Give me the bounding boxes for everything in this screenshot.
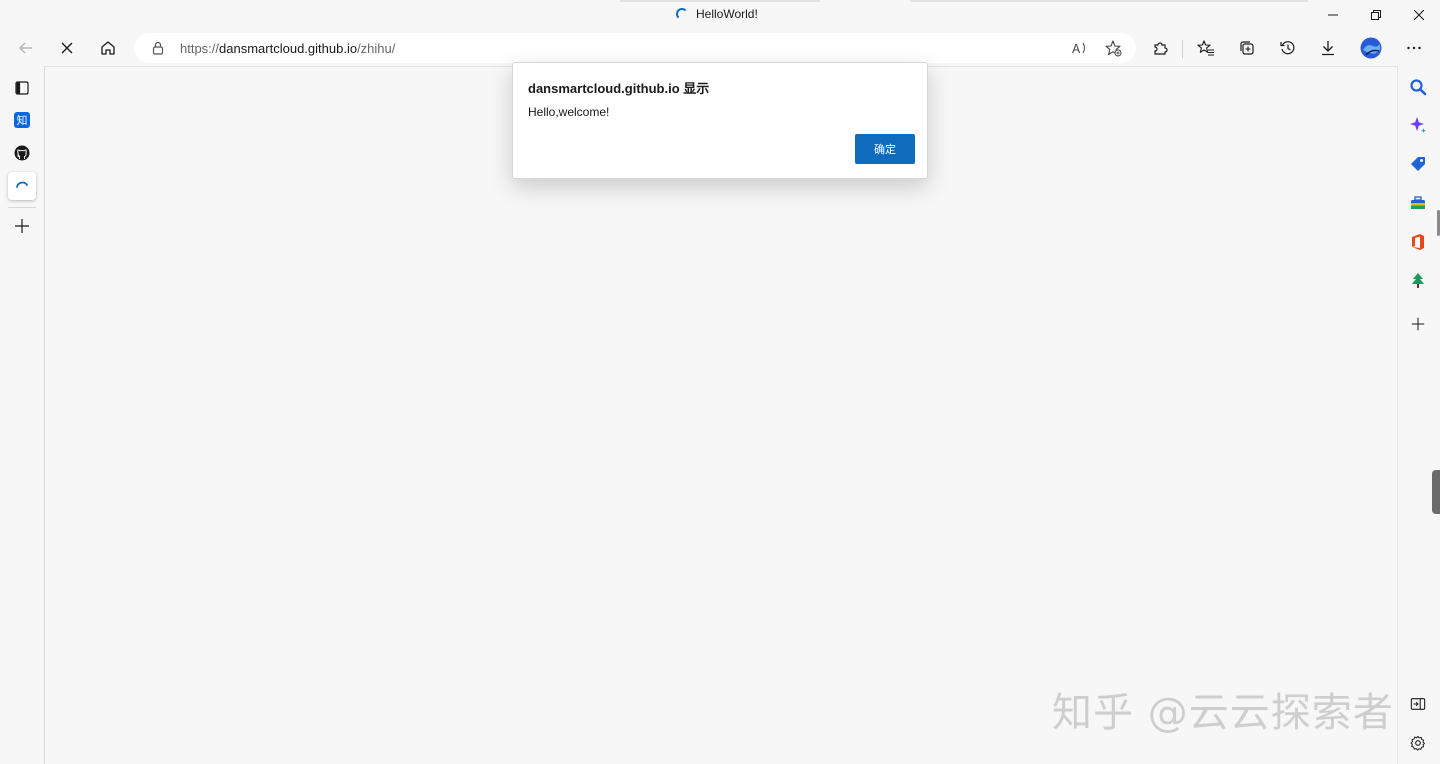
read-aloud-icon[interactable]: A	[1071, 39, 1089, 57]
tab-indicator	[620, 0, 820, 2]
back-button[interactable]	[12, 34, 40, 62]
tab-divider	[8, 207, 36, 208]
restore-button[interactable]	[1354, 0, 1398, 30]
minimize-button[interactable]	[1311, 0, 1355, 30]
profile-button[interactable]	[1357, 34, 1385, 62]
tab-github[interactable]	[8, 139, 36, 167]
alert-dialog: dansmartcloud.github.io 显示 Hello,welcome…	[512, 62, 928, 179]
tab-actions-icon	[15, 81, 29, 95]
settings-icon	[1410, 735, 1425, 751]
games-icon	[1412, 273, 1424, 288]
tab-helloworld-active[interactable]	[8, 172, 36, 200]
content-border	[1397, 66, 1398, 764]
home-button[interactable]	[94, 34, 122, 62]
sidebar-games-button[interactable]	[1406, 269, 1430, 293]
url-text[interactable]: https://dansmartcloud.github.io/zhihu/	[180, 41, 395, 56]
sidebar-copilot-button[interactable]	[1406, 113, 1430, 137]
sidebar-add-button[interactable]	[1406, 312, 1430, 336]
scrollbar-handle[interactable]	[1432, 470, 1440, 514]
url-host: dansmartcloud.github.io	[219, 41, 358, 56]
restore-icon	[1371, 10, 1381, 20]
hide-sidebar-icon	[1410, 698, 1426, 710]
stop-icon	[61, 42, 73, 54]
home-icon	[101, 41, 115, 55]
zhihu-icon: 知	[14, 112, 30, 128]
minimize-icon	[1328, 14, 1338, 16]
toolbar-divider	[1182, 40, 1183, 58]
github-icon	[14, 145, 30, 161]
url-scheme: https://	[180, 41, 220, 56]
hide-sidebar-button[interactable]	[1406, 692, 1430, 716]
window-title-text: HelloWorld!	[696, 7, 758, 21]
copilot-icon	[1410, 117, 1426, 133]
sidebar-shopping-button[interactable]	[1406, 152, 1430, 176]
dialog-title: dansmartcloud.github.io 显示	[528, 81, 710, 96]
tab-zhihu[interactable]: 知	[8, 106, 36, 134]
add-favorite-icon[interactable]	[1104, 39, 1122, 57]
close-icon	[1414, 10, 1424, 20]
profile-icon	[1360, 37, 1382, 59]
url-path: /zhihu/	[357, 41, 396, 56]
history-icon	[1280, 41, 1295, 55]
extensions-button[interactable]	[1146, 34, 1174, 62]
add-icon	[1411, 317, 1425, 331]
more-icon	[1407, 46, 1421, 50]
downloads-button[interactable]	[1314, 34, 1342, 62]
dialog-message: Hello,welcome!	[528, 105, 610, 119]
navigation-toolbar: https://dansmartcloud.github.io/zhihu/ A	[0, 30, 1440, 66]
shopping-icon	[1411, 157, 1425, 171]
favorites-icon	[1197, 40, 1214, 56]
search-icon	[1410, 79, 1427, 96]
lock-icon[interactable]	[150, 40, 166, 56]
favorites-button[interactable]	[1192, 34, 1220, 62]
new-tab-button[interactable]	[8, 212, 36, 240]
window-title: HelloWorld!	[676, 7, 758, 21]
extensions-icon	[1154, 42, 1168, 55]
ok-button[interactable]: 确定	[855, 134, 915, 164]
sidebar-settings-button[interactable]	[1406, 731, 1430, 755]
more-button[interactable]	[1400, 34, 1428, 62]
tools-icon	[1411, 196, 1425, 209]
close-window-button[interactable]	[1397, 0, 1440, 30]
stop-button[interactable]	[53, 34, 81, 62]
new-tab-icon	[15, 219, 29, 233]
loading-icon	[676, 8, 688, 20]
collections-button[interactable]	[1233, 34, 1261, 62]
sidebar-tools-button[interactable]	[1406, 191, 1430, 215]
watermark: 知乎 @云云探索者	[1052, 690, 1394, 736]
sidebar-office-button[interactable]	[1406, 230, 1430, 254]
address-bar[interactable]: https://dansmartcloud.github.io/zhihu/ A	[134, 33, 1136, 63]
loading-icon	[16, 181, 28, 188]
back-icon	[19, 42, 32, 54]
office-icon	[1412, 234, 1424, 250]
tab-actions-button[interactable]	[8, 74, 36, 102]
title-bar: HelloWorld!	[0, 0, 1440, 30]
tab-indicator	[910, 0, 1308, 2]
sidebar-search-button[interactable]	[1406, 75, 1430, 99]
collections-icon	[1240, 41, 1254, 55]
svg-text:A: A	[1072, 42, 1081, 56]
downloads-icon	[1322, 41, 1334, 56]
history-button[interactable]	[1274, 34, 1302, 62]
